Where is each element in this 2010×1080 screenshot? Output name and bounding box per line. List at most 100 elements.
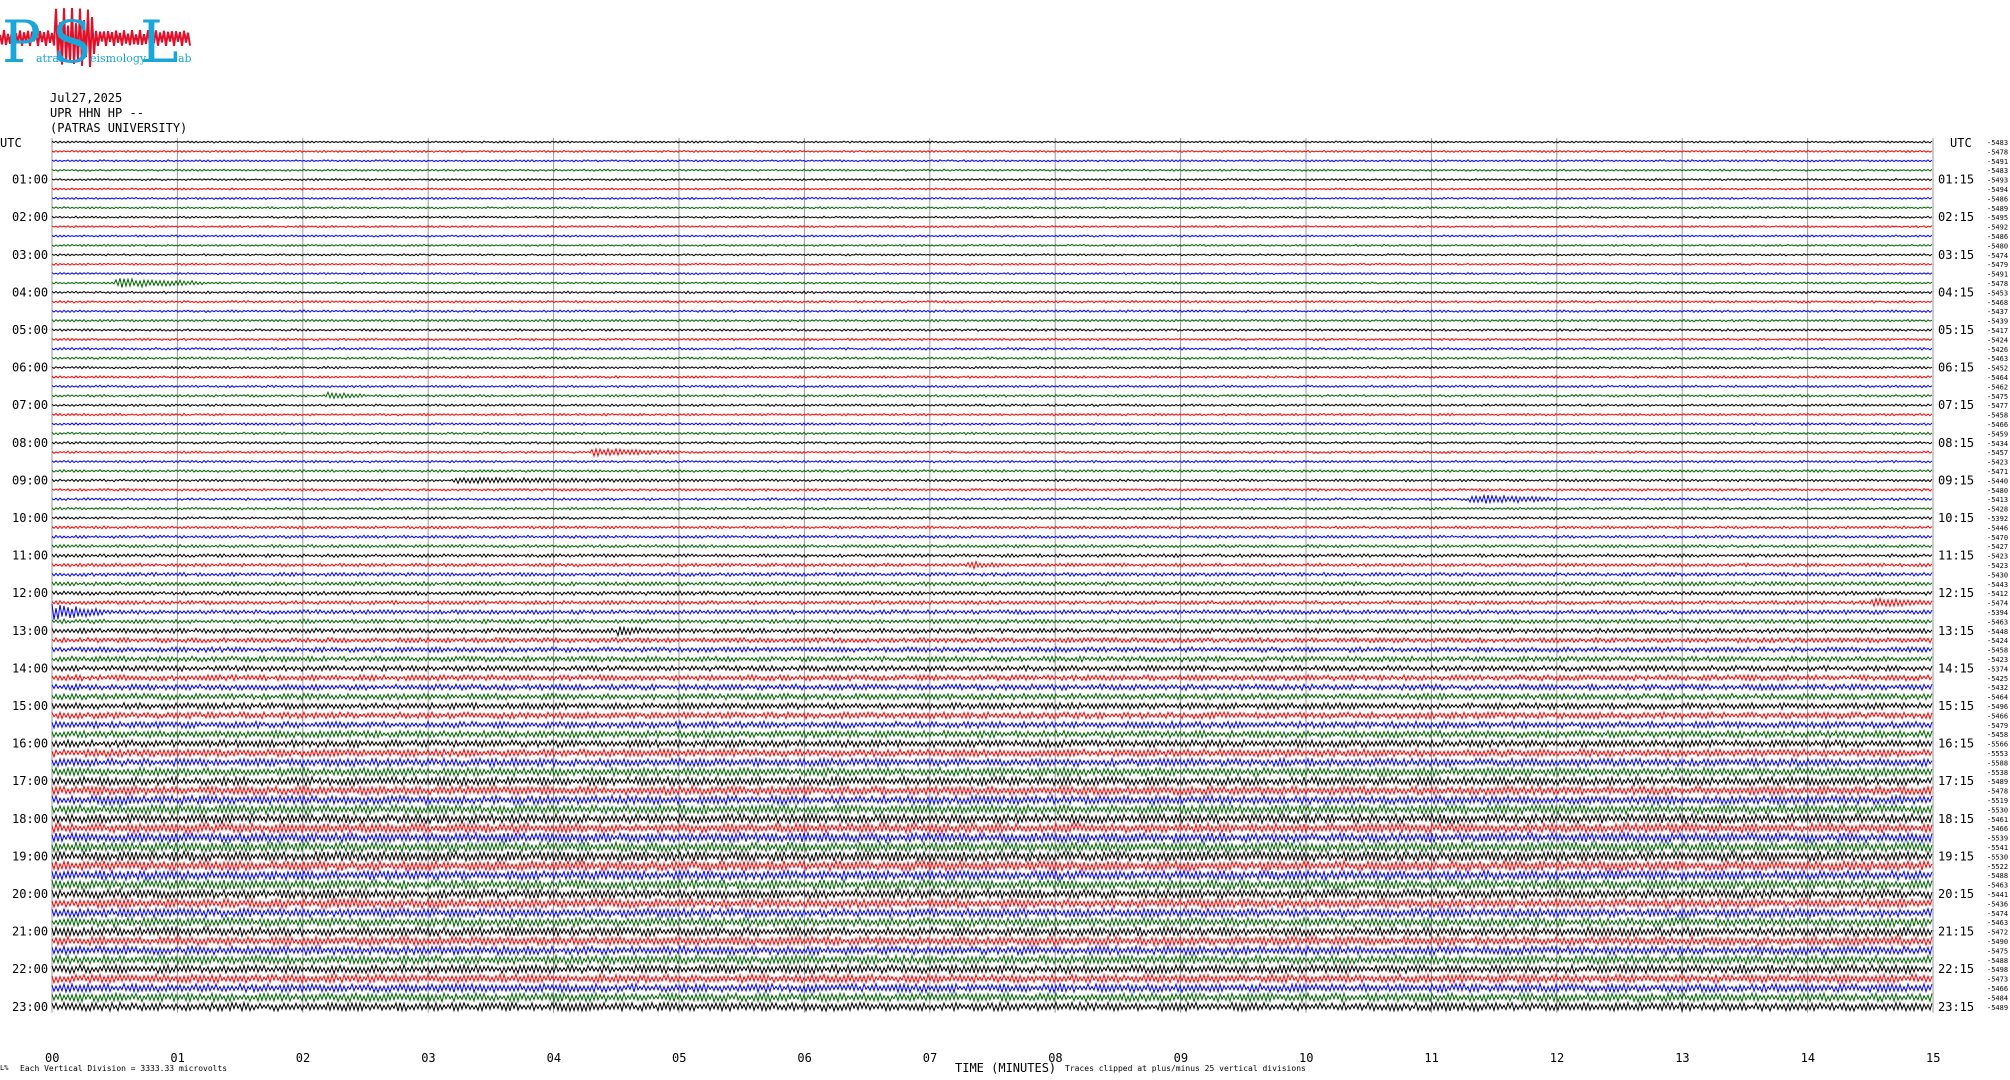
left-hour-label: 22:00	[12, 962, 48, 976]
trace-row	[51, 1000, 1933, 1013]
row-offset-value: -5496	[1987, 703, 2008, 711]
trace-row	[51, 793, 1933, 807]
left-hour-label: 02:00	[12, 210, 48, 224]
right-hour-label: 07:15	[1938, 398, 1974, 412]
row-offset-values: -5483-5478-5491-5483-5493-5494-5486-5489…	[1987, 139, 2008, 1012]
left-hour-label: 14:00	[12, 661, 48, 675]
row-offset-value: -5453	[1987, 289, 2008, 297]
x-tick-label: 03	[421, 1051, 435, 1065]
right-hour-label: 16:15	[1938, 737, 1974, 751]
row-offset-value: -5439	[1987, 318, 2008, 326]
trace-row	[51, 972, 1933, 985]
row-offset-value: -5432	[1987, 684, 2008, 692]
trace-row	[51, 673, 1933, 683]
row-offset-value: -5566	[1987, 741, 2008, 749]
row-offset-value: -5489	[1987, 778, 2008, 786]
row-offset-value: -5478	[1987, 280, 2008, 288]
trace-row	[51, 887, 1933, 901]
row-offset-value: -5452	[1987, 365, 2008, 373]
trace-row	[51, 580, 1933, 587]
trace-row	[51, 206, 1933, 210]
right-hour-label: 18:15	[1938, 812, 1974, 826]
row-offset-value: -5491	[1987, 271, 2008, 279]
trace-row	[51, 290, 1933, 295]
trace-row	[51, 384, 1933, 389]
trace-row	[51, 422, 1933, 426]
row-offset-value: -5471	[1987, 468, 2008, 476]
row-offset-value: -5440	[1987, 477, 2008, 485]
row-offset-value: -5486	[1987, 195, 2008, 203]
right-hour-label: 06:15	[1938, 361, 1974, 375]
left-hour-label: 13:00	[12, 624, 48, 638]
trace-row	[51, 243, 1933, 248]
row-offset-value: -5423	[1987, 562, 2008, 570]
right-hour-label: 12:15	[1938, 586, 1974, 600]
trace-row	[51, 168, 1933, 172]
right-hour-label: 20:15	[1938, 887, 1974, 901]
trace-row	[51, 468, 1933, 474]
trace-row	[51, 906, 1933, 920]
trace-row	[51, 493, 1933, 505]
trace-row	[51, 525, 1933, 530]
trace-row	[51, 991, 1933, 1004]
trace-row	[51, 877, 1933, 892]
trace-row	[51, 849, 1933, 864]
trace-row	[51, 234, 1933, 238]
trace-row	[51, 365, 1933, 370]
row-offset-value: -5423	[1987, 656, 2008, 664]
x-tick-label: 13	[1675, 1051, 1689, 1065]
left-hour-label: 19:00	[12, 849, 48, 863]
row-offset-value: -5463	[1987, 355, 2008, 363]
trace-row	[51, 403, 1933, 408]
row-offset-value: -5588	[1987, 759, 2008, 767]
row-offset-value: -5412	[1987, 590, 2008, 598]
row-offset-value: -5495	[1987, 214, 2008, 222]
row-offset-value: -5457	[1987, 449, 2008, 457]
trace-row	[51, 802, 1933, 816]
row-offset-value: -5519	[1987, 797, 2008, 805]
row-offset-value: -5459	[1987, 430, 2008, 438]
trace-row	[51, 710, 1933, 721]
left-axis-label: UTC	[0, 136, 22, 150]
trace-row	[51, 840, 1933, 854]
trace-row	[51, 701, 1933, 711]
trace-row	[51, 337, 1933, 342]
trace-row	[51, 636, 1933, 645]
trace-row	[51, 645, 1933, 654]
trace-row	[51, 159, 1933, 163]
trace-row	[51, 765, 1933, 778]
x-tick-label: 02	[296, 1051, 310, 1065]
trace-row	[51, 784, 1933, 797]
left-hour-label: 15:00	[12, 699, 48, 713]
left-hour-label: 05:00	[12, 323, 48, 337]
trace-row	[51, 618, 1933, 625]
row-offset-value: -5478	[1987, 788, 2008, 796]
left-hour-label: 11:00	[12, 549, 48, 563]
trace-row	[51, 691, 1933, 702]
row-offset-value: -5475	[1987, 393, 2008, 401]
trace-row	[51, 187, 1933, 191]
right-hour-label: 04:15	[1938, 285, 1974, 299]
row-offset-value: -5430	[1987, 571, 2008, 579]
x-tick-label: 04	[547, 1051, 561, 1065]
trace-row	[51, 277, 1933, 289]
row-offset-value: -5425	[1987, 675, 2008, 683]
row-offset-value: -5434	[1987, 440, 2008, 448]
right-hour-label: 19:15	[1938, 849, 1974, 863]
right-hour-label: 02:15	[1938, 210, 1974, 224]
row-offset-value: -5424	[1987, 336, 2008, 344]
trace-row	[51, 747, 1933, 759]
row-offset-value: -5427	[1987, 543, 2008, 551]
row-offset-value: -5443	[1987, 581, 2008, 589]
trace-row	[51, 224, 1933, 229]
clip-note: Traces clipped at plus/minus 25 vertical…	[1065, 1064, 1306, 1073]
row-offset-value: -5491	[1987, 158, 2008, 166]
trace-row	[51, 915, 1933, 929]
right-hour-label: 01:15	[1938, 173, 1974, 187]
row-offset-value: -5498	[1987, 966, 2008, 974]
trace-row	[51, 625, 1933, 638]
row-offset-value: -5553	[1987, 750, 2008, 758]
left-hour-label: 12:00	[12, 586, 48, 600]
row-offset-value: -5466	[1987, 712, 2008, 720]
right-hour-label: 11:15	[1938, 549, 1974, 563]
